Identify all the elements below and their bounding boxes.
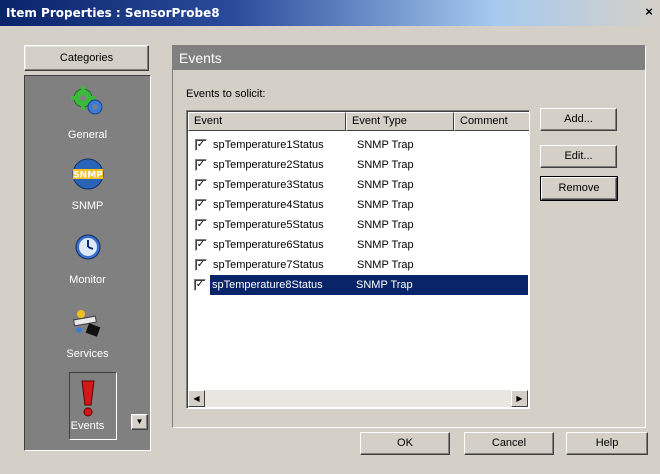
event-name: spTemperature7Status [213,259,324,271]
event-row[interactable]: ✓ spTemperature4Status SNMP Trap [188,195,529,215]
horizontal-scrollbar[interactable]: ◀ ▶ [188,390,528,407]
item-properties-dialog: Item Properties : SensorProbe8 × Categor… [0,0,660,474]
close-icon[interactable]: × [642,5,656,19]
category-services[interactable]: Services [25,302,150,376]
edit-button[interactable]: Edit... [540,145,617,168]
event-checkbox[interactable]: ✓ [195,159,207,171]
window-title: Item Properties : SensorProbe8 [6,6,220,20]
event-type: SNMP Trap [357,259,414,271]
event-row[interactable]: ✓ spTemperature1Status SNMP Trap [188,135,529,155]
scroll-left-button[interactable]: ◀ [188,390,205,407]
event-row[interactable]: ✓ spTemperature5Status SNMP Trap [188,215,529,235]
clock-icon [75,234,101,260]
event-name: spTemperature4Status [213,199,324,211]
event-checkbox[interactable]: ✓ [194,279,206,291]
title-bar: Item Properties : SensorProbe8 × [0,0,660,26]
event-checkbox[interactable]: ✓ [195,259,207,271]
event-type: SNMP Trap [357,139,414,151]
events-list[interactable]: Event Event Type Comment ✓ spTemperature… [186,110,530,409]
event-type: SNMP Trap [357,159,414,171]
category-events[interactable]: Events [25,376,150,450]
event-type: SNMP Trap [356,279,413,291]
column-header-event-type[interactable]: Event Type [346,112,454,131]
cancel-button[interactable]: Cancel [464,432,554,455]
category-snmp[interactable]: SNMP SNMP [25,154,150,228]
events-to-solicit-label: Events to solicit: [186,88,266,100]
category-scroll-down-button[interactable]: ▼ [131,414,148,430]
event-type: SNMP Trap [357,199,414,211]
event-checkbox[interactable]: ✓ [195,179,207,191]
column-header-event[interactable]: Event [188,112,346,131]
category-label: General [67,129,108,141]
triangle-left-icon: ◀ [193,394,200,403]
event-name: spTemperature8Status [212,279,323,291]
category-general[interactable]: General [25,82,150,156]
event-name: spTemperature1Status [213,139,324,151]
event-name: spTemperature2Status [213,159,324,171]
category-label: Monitor [69,274,106,286]
triangle-down-icon: ▼ [135,417,144,426]
snmp-badge-text: SNMP [73,171,103,181]
exclamation-icon [81,380,95,417]
categories-header: Categories [24,45,149,71]
event-name: spTemperature5Status [213,219,324,231]
event-name: spTemperature6Status [213,239,324,251]
column-header-comment[interactable]: Comment [454,112,529,131]
add-button[interactable]: Add... [540,108,617,131]
triangle-right-icon: ▶ [516,394,523,403]
event-type: SNMP Trap [357,219,414,231]
list-header: Event Event Type Comment [188,112,529,131]
event-row-selected[interactable]: ✓ spTemperature8Status SNMP Trap [194,275,528,295]
event-row[interactable]: ✓ spTemperature2Status SNMP Trap [188,155,529,175]
event-checkbox[interactable]: ✓ [195,239,207,251]
event-checkbox[interactable]: ✓ [195,139,207,151]
remove-button[interactable]: Remove [540,176,618,201]
categories-panel[interactable]: General SNMP SNMP Monitor Services Event… [24,75,151,451]
event-row[interactable]: ✓ spTemperature6Status SNMP Trap [188,235,529,255]
events-header: Events [173,46,645,70]
category-label: SNMP [71,200,104,212]
scroll-right-button[interactable]: ▶ [511,390,528,407]
event-name: spTemperature3Status [213,179,324,191]
event-checkbox[interactable]: ✓ [195,219,207,231]
event-type: SNMP Trap [357,239,414,251]
snmp-icon: SNMP [72,158,104,190]
event-row[interactable]: ✓ spTemperature3Status SNMP Trap [188,175,529,195]
gears-icon [71,86,103,115]
category-label: Services [66,348,109,360]
event-row[interactable]: ✓ spTemperature7Status SNMP Trap [188,255,529,275]
event-type: SNMP Trap [357,179,414,191]
event-checkbox[interactable]: ✓ [195,199,207,211]
category-monitor[interactable]: Monitor [25,228,150,302]
help-button[interactable]: Help [566,432,648,455]
services-icon [73,310,101,337]
ok-button[interactable]: OK [360,432,450,455]
